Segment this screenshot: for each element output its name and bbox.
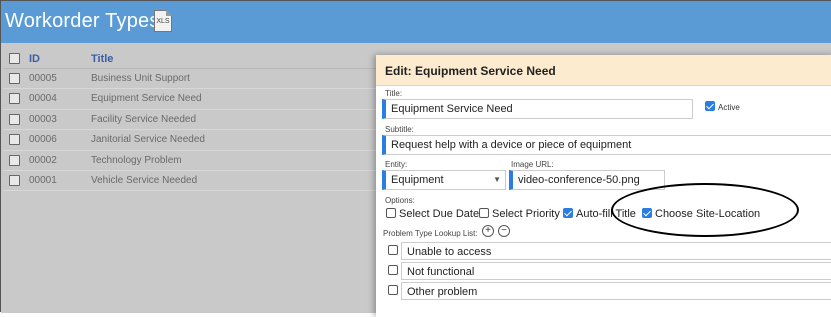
lookup-list-label: Problem Type Lookup List: [383, 229, 478, 238]
option-checkbox[interactable] [479, 208, 489, 218]
row-title: Technology Problem [91, 154, 182, 166]
row-checkbox[interactable] [9, 154, 20, 166]
option-label: Select Due Date [399, 208, 480, 220]
active-toggle[interactable]: Active [705, 101, 740, 112]
lookup-item[interactable]: Other problem [385, 282, 831, 302]
lookup-item-input[interactable]: Other problem [401, 282, 831, 300]
active-label: Active [718, 103, 740, 112]
entity-label: Entity: [385, 160, 408, 169]
entity-select[interactable]: Equipment ▼ [382, 170, 506, 190]
row-checkbox[interactable] [9, 73, 20, 84]
remove-circle-icon[interactable]: − [498, 225, 510, 237]
lookup-item[interactable]: Not functional [385, 262, 831, 282]
row-checkbox[interactable] [9, 113, 20, 125]
row-id: 00004 [29, 93, 57, 105]
row-id: 00003 [29, 113, 57, 125]
row-id: 00005 [29, 73, 57, 84]
lookup-item-input[interactable]: Unable to access [401, 242, 831, 260]
image-url-label: Image URL: [511, 160, 554, 169]
app-header: Workorder Types XLS [1, 1, 831, 43]
active-checkbox[interactable] [705, 101, 715, 111]
option-checkbox[interactable] [563, 208, 573, 218]
row-id: 00006 [29, 134, 57, 146]
row-checkbox[interactable] [9, 93, 20, 105]
page-title: Workorder Types [5, 10, 160, 32]
annotation-ellipse [611, 183, 799, 237]
title-label: Title: [385, 89, 403, 98]
column-header-id[interactable]: ID [29, 53, 40, 65]
row-title: Vehicle Service Needed [91, 174, 198, 186]
dialog-title: Edit: Equipment Service Need [385, 64, 556, 78]
title-input[interactable]: Equipment Service Need [382, 99, 693, 119]
dialog-header: Edit: Equipment Service Need [376, 55, 831, 86]
lookup-item-checkbox[interactable] [388, 285, 398, 295]
image-url-input[interactable]: video-conference-50.png [509, 170, 665, 190]
lookup-item-input[interactable]: Not functional [401, 262, 831, 280]
option-label: Select Priority [492, 208, 560, 220]
add-circle-icon[interactable]: + [482, 225, 494, 237]
subtitle-label: Subtitle: [385, 125, 414, 134]
row-id: 00002 [29, 154, 57, 166]
row-id: 00001 [29, 174, 57, 186]
chevron-down-icon: ▼ [493, 175, 501, 184]
xls-export-icon[interactable]: XLS [154, 10, 172, 32]
lookup-item[interactable]: Unable to access [385, 242, 831, 262]
option-checkbox[interactable] [386, 208, 396, 218]
row-title: Equipment Service Need [91, 93, 202, 105]
row-checkbox[interactable] [9, 134, 20, 146]
row-checkbox[interactable] [9, 174, 20, 186]
row-title: Facility Service Needed [91, 113, 197, 125]
options-label: Options: [385, 196, 415, 205]
lookup-item-checkbox[interactable] [388, 265, 398, 275]
lookup-item-checkbox[interactable] [388, 245, 398, 255]
subtitle-input[interactable]: Request help with a device or piece of e… [382, 135, 831, 155]
option-select-priority[interactable]: Select Priority [479, 208, 560, 220]
entity-selected-value: Equipment [391, 174, 444, 186]
option-select-due-date[interactable]: Select Due Date [386, 208, 479, 220]
column-header-title[interactable]: Title [91, 53, 113, 65]
select-all-checkbox[interactable] [9, 53, 20, 64]
row-title: Janitorial Service Needed [91, 134, 205, 146]
row-title: Business Unit Support [91, 73, 190, 84]
